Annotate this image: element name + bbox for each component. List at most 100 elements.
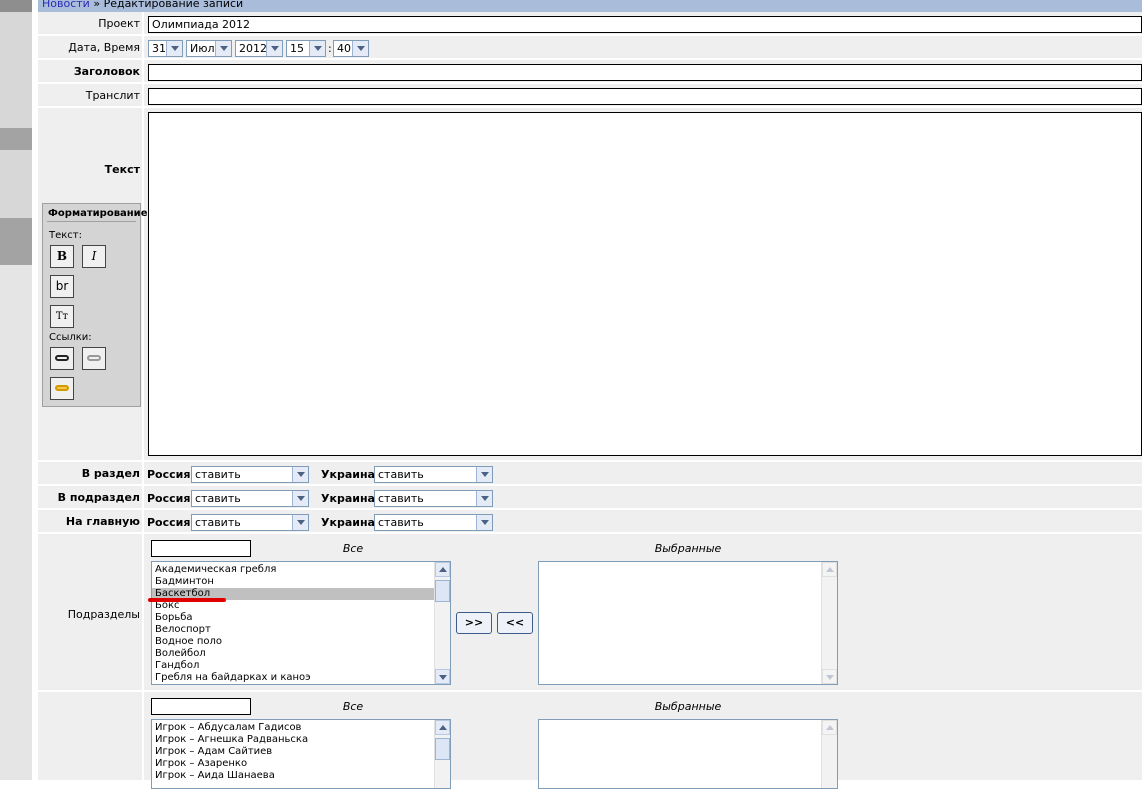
list-item[interactable]: Гандбол	[152, 660, 450, 672]
list-item[interactable]: Игрок – Агнешка Радваньска	[152, 734, 450, 746]
subsections-selected-scrollbar[interactable]	[821, 562, 837, 684]
breadcrumb-link-news[interactable]: Новости	[42, 0, 90, 10]
scroll-up-icon[interactable]	[435, 562, 450, 577]
remove-from-selected-button[interactable]: <<	[497, 612, 533, 634]
ukraine-subsection-select[interactable]: ставить	[374, 490, 493, 507]
left-nav-segment[interactable]	[0, 12, 32, 128]
text-label: Текст	[104, 163, 140, 176]
left-nav-segment-active[interactable]	[0, 128, 32, 150]
scroll-thumb[interactable]	[435, 738, 450, 760]
translit-input[interactable]	[148, 88, 1142, 105]
list-item[interactable]: Игрок – Азаренко	[152, 758, 450, 770]
subsections-selected-header: Выбранные	[654, 542, 722, 555]
line-break-button[interactable]: br	[50, 275, 74, 298]
players-selected-header: Выбранные	[654, 700, 722, 713]
list-item[interactable]: Игрок – Аида Шанаева	[152, 770, 450, 782]
players-selected-list[interactable]	[538, 719, 838, 789]
scroll-up-icon[interactable]	[822, 720, 837, 735]
hour-select[interactable]: 15	[286, 40, 326, 57]
chevron-down-icon[interactable]	[476, 467, 492, 482]
players-all-list[interactable]: Игрок – Абдусалам Гадисов Игрок – Агнешка…	[151, 719, 451, 789]
project-input[interactable]: Олимпиада 2012	[148, 16, 1142, 33]
subsections-label: Подразделы	[67, 608, 140, 621]
project-row: Проект Олимпиада 2012	[38, 12, 1142, 36]
scroll-up-icon[interactable]	[435, 720, 450, 735]
players-selected-scrollbar[interactable]	[821, 720, 837, 788]
list-item[interactable]: Велоспорт	[152, 624, 450, 636]
chevron-down-icon[interactable]	[166, 41, 182, 56]
homepage-label: На главную	[38, 510, 142, 532]
subsections-filter-input[interactable]	[151, 540, 251, 557]
scroll-down-icon[interactable]	[435, 669, 450, 684]
minute-select[interactable]: 40	[333, 40, 369, 57]
players-all-scrollbar[interactable]	[434, 720, 450, 788]
anchor-link-icon	[55, 385, 69, 391]
russia-section-select[interactable]: ставить	[191, 466, 309, 483]
ukraine-subsection-value: ставить	[378, 492, 424, 505]
scroll-down-icon[interactable]	[822, 669, 837, 684]
translit-field-cell	[144, 84, 1142, 106]
anchor-link-button[interactable]	[50, 377, 74, 400]
list-item[interactable]: Волейбол	[152, 648, 450, 660]
typograph-button[interactable]: Tт	[50, 305, 74, 328]
bold-button[interactable]: B	[50, 245, 74, 268]
list-item[interactable]: Бадминтон	[152, 576, 450, 588]
chevron-down-icon[interactable]	[292, 515, 308, 530]
russia-subsection-select[interactable]: ставить	[191, 490, 309, 507]
chevron-down-icon[interactable]	[292, 467, 308, 482]
ukraine-section-select[interactable]: ставить	[374, 466, 493, 483]
year-value: 2012	[239, 42, 267, 55]
left-nav-segment-active[interactable]	[0, 218, 32, 265]
add-to-selected-button[interactable]: >>	[456, 612, 492, 634]
year-select[interactable]: 2012	[235, 40, 283, 57]
list-item[interactable]: Водное поло	[152, 636, 450, 648]
insert-link-button[interactable]	[50, 347, 74, 370]
list-item[interactable]: Гребля на байдарках и каноэ	[152, 672, 450, 684]
title-field-cell	[144, 60, 1142, 82]
text-editor[interactable]	[148, 112, 1142, 456]
formatting-panel: Форматирование Текст: B I br Tт Ссылки:	[42, 203, 147, 407]
list-item[interactable]: Академическая гребля	[152, 564, 450, 576]
translit-label: Транслит	[38, 84, 142, 106]
month-select[interactable]: Июл	[186, 40, 232, 57]
chevron-down-icon[interactable]	[309, 41, 325, 56]
russia-homepage-select[interactable]: ставить	[191, 514, 309, 531]
section-label: В раздел	[38, 462, 142, 484]
formatting-links-caption: Ссылки:	[49, 332, 92, 343]
chevron-down-icon[interactable]	[476, 491, 492, 506]
russia-label: Россия	[147, 468, 191, 481]
ukraine-label: Украина	[321, 468, 375, 481]
russia-section-value: ставить	[195, 468, 241, 481]
list-item[interactable]: Игрок – Абдусалам Гадисов	[152, 722, 450, 734]
subsections-all-list[interactable]: Академическая гребля Бадминтон Баскетбол Бо…	[151, 561, 451, 685]
minute-value: 40	[337, 42, 351, 55]
subsections-all-scrollbar[interactable]	[434, 562, 450, 684]
players-all-items: Игрок – Абдусалам Гадисов Игрок – Агнешка…	[152, 720, 450, 782]
ukraine-homepage-select[interactable]: ставить	[374, 514, 493, 531]
scroll-thumb[interactable]	[435, 580, 450, 602]
title-input[interactable]	[148, 64, 1142, 81]
scroll-up-icon[interactable]	[822, 562, 837, 577]
chevron-down-icon[interactable]	[215, 41, 231, 56]
subsections-selected-list[interactable]	[538, 561, 838, 685]
chevron-down-icon[interactable]	[476, 515, 492, 530]
list-item[interactable]: Борьба	[152, 612, 450, 624]
day-select[interactable]: 31	[148, 40, 183, 57]
list-item[interactable]: Игрок – Адам Сайтиев	[152, 746, 450, 758]
remove-link-button[interactable]	[82, 347, 106, 370]
players-all-header: Все	[342, 700, 364, 713]
russia-label: Россия	[147, 492, 191, 505]
text-row: Текст	[38, 108, 1142, 462]
chevron-down-icon[interactable]	[352, 41, 368, 56]
chevron-down-icon[interactable]	[266, 41, 282, 56]
players-label-cell	[38, 692, 142, 780]
italic-button[interactable]: I	[82, 245, 106, 268]
homepage-field-cell: Россия ставить Украина ставить	[144, 510, 1142, 532]
datetime-label: Дата, Время	[38, 36, 142, 58]
left-nav-segment[interactable]	[0, 150, 32, 218]
subsections-label-cell: Подразделы	[38, 534, 142, 690]
breadcrumb-current: Редактирование записи	[103, 0, 244, 10]
chevron-down-icon[interactable]	[292, 491, 308, 506]
formatting-title: Форматирование	[47, 204, 147, 222]
players-filter-input[interactable]	[151, 698, 251, 715]
